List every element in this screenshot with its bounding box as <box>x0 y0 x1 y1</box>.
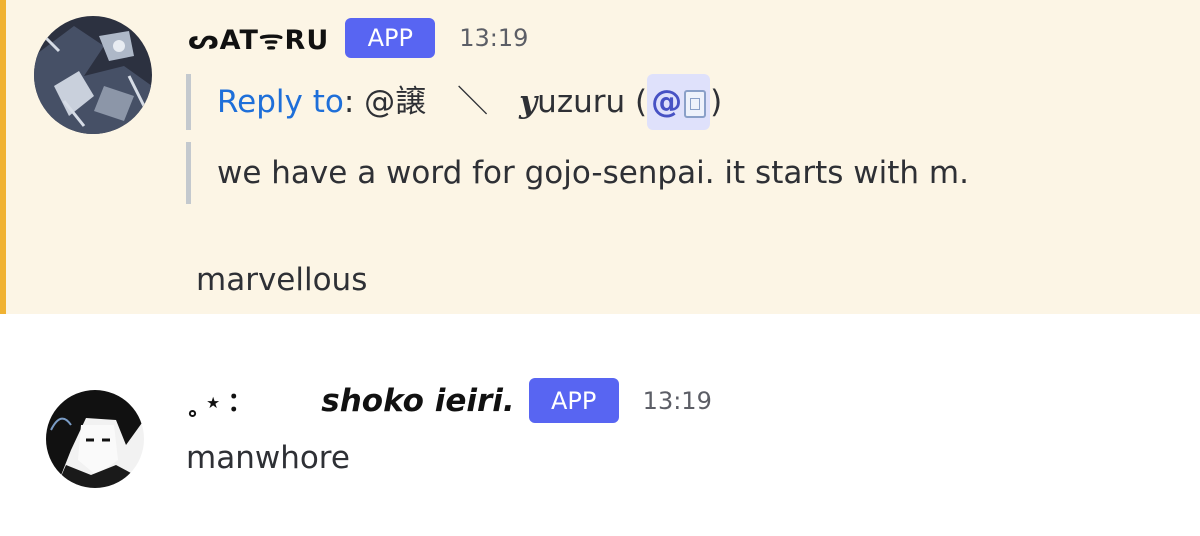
message-content: marvellous <box>196 262 368 298</box>
app-badge: APP <box>528 378 619 423</box>
quoted-text: we have a word for gojo-senpai. it start… <box>217 155 969 191</box>
app-badge: APP <box>345 18 436 58</box>
card-icon <box>684 89 707 118</box>
avatar-shoko[interactable] <box>46 390 144 488</box>
reply-label[interactable]: Reply to <box>217 84 344 120</box>
reply-target-name: uzuru ( <box>537 84 648 120</box>
timestamp[interactable]: 13:19 <box>459 24 528 52</box>
highlight-bar <box>0 0 6 314</box>
avatar-satoru[interactable] <box>34 16 152 134</box>
username[interactable]: shoko ieiri. <box>321 383 514 419</box>
mention-chip[interactable]: @ <box>647 74 711 130</box>
timestamp[interactable]: 13:19 <box>643 387 712 415</box>
reply-target: : @譲 ＼ <box>343 84 520 120</box>
reply-close: ) <box>710 84 723 120</box>
username[interactable]: ᔕATᯤRU <box>188 20 329 57</box>
mention-at: @ <box>651 84 683 120</box>
username-prefix: ˳⋆： <box>186 388 260 418</box>
reply-quote[interactable]: Reply to: @譲 ＼ yuzuru (@) <box>186 74 722 130</box>
message-content: manwhore <box>186 440 350 476</box>
message-header: ᔕATᯤRU APP 13:19 <box>188 18 528 58</box>
quoted-text-block: we have a word for gojo-senpai. it start… <box>186 142 969 204</box>
message-header-2: ˳⋆： shoko ieiri. APP 13:19 <box>186 378 712 423</box>
reply-target-initial: y <box>519 84 538 120</box>
